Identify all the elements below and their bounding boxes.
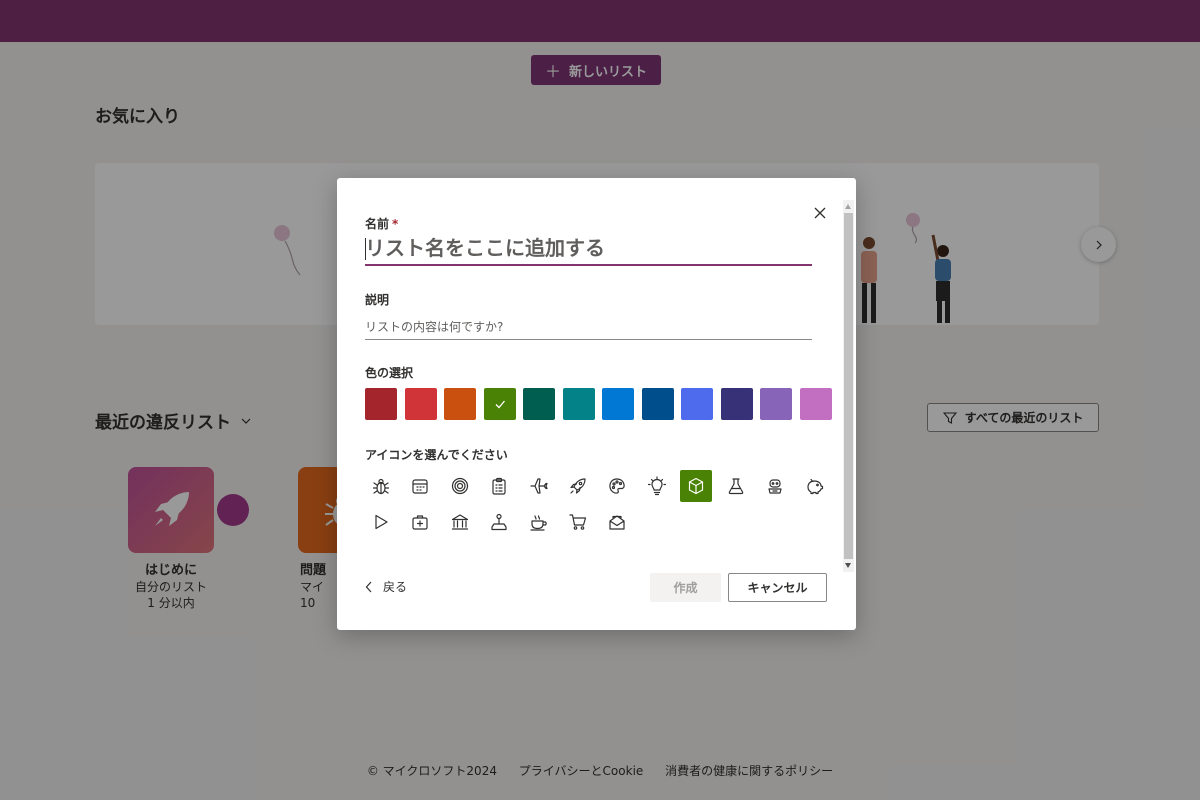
robot-icon <box>768 479 782 494</box>
icon-option-airplane[interactable] <box>523 470 555 502</box>
color-swatch-3[interactable] <box>444 388 476 420</box>
icon-option-flask[interactable] <box>720 470 752 502</box>
icon-label: アイコンを選んでください <box>365 448 508 462</box>
color-swatch-6[interactable] <box>562 388 595 420</box>
color-swatch-12[interactable] <box>799 388 832 420</box>
play-icon <box>375 514 388 530</box>
icon-option-calendar[interactable] <box>404 470 436 502</box>
piggy-bank-icon <box>807 478 824 495</box>
color-swatch-8[interactable] <box>641 388 674 420</box>
description-label: 説明 <box>365 293 390 307</box>
name-label-text: 名前 <box>365 217 390 231</box>
flask-icon <box>728 478 743 495</box>
list-name-input[interactable] <box>365 234 812 266</box>
icon-picker-group <box>365 470 835 538</box>
icon-option-target[interactable] <box>444 470 476 502</box>
rocket-icon <box>570 478 586 494</box>
palette-icon <box>609 478 626 494</box>
color-swatch-10[interactable] <box>720 388 753 420</box>
airplane-icon <box>529 478 548 494</box>
color-swatch-1[interactable] <box>365 388 397 420</box>
icon-option-lightbulb[interactable] <box>641 470 673 502</box>
coffee-icon <box>529 515 547 531</box>
mail-icon <box>609 515 625 530</box>
scrollbar-thumb[interactable] <box>844 213 853 559</box>
icon-option-bank[interactable] <box>444 506 476 538</box>
create-button[interactable]: 作成 <box>650 573 721 602</box>
icon-option-coffee[interactable] <box>523 506 555 538</box>
color-swatch-7[interactable] <box>602 388 634 420</box>
icon-option-clipboard[interactable] <box>483 470 515 502</box>
color-swatch-9[interactable] <box>681 388 713 420</box>
cancel-button[interactable]: キャンセル <box>728 573 827 602</box>
back-button[interactable]: 戻る <box>365 578 407 595</box>
color-swatch-4[interactable] <box>483 388 516 420</box>
color-swatch-5[interactable] <box>523 388 555 420</box>
color-swatch-2[interactable] <box>404 388 437 420</box>
checkmark-icon <box>495 400 505 409</box>
target-icon <box>451 477 468 495</box>
scroll-down-arrow[interactable] <box>845 563 851 568</box>
name-label: 名前 * <box>365 215 398 232</box>
lightbulb-icon <box>647 476 666 496</box>
icon-option-robot[interactable] <box>759 470 791 502</box>
icon-option-bug[interactable] <box>365 470 397 502</box>
icon-option-medical-kit[interactable] <box>404 506 436 538</box>
close-icon <box>814 207 826 219</box>
color-label: 色の選択 <box>365 366 414 380</box>
list-description-input[interactable] <box>365 314 812 340</box>
scroll-up-arrow[interactable] <box>845 204 851 209</box>
icon-option-joystick[interactable] <box>483 506 515 538</box>
icon-option-cart[interactable] <box>562 506 594 538</box>
icon-option-palette[interactable] <box>601 470 633 502</box>
icon-option-play[interactable] <box>365 506 397 538</box>
bug-icon <box>372 478 390 495</box>
close-button[interactable] <box>811 204 829 222</box>
icon-option-mail[interactable] <box>601 506 633 538</box>
icon-option-cube[interactable] <box>680 470 713 502</box>
required-mark: * <box>392 217 399 231</box>
text-caret <box>365 238 366 260</box>
dialog-scrollbar[interactable] <box>843 200 854 572</box>
cart-icon <box>569 514 587 530</box>
color-swatch-group <box>365 388 832 420</box>
back-label: 戻る <box>383 580 408 594</box>
bank-icon <box>451 514 468 530</box>
icon-option-rocket[interactable] <box>562 470 594 502</box>
icon-option-piggy-bank[interactable] <box>798 470 830 502</box>
clipboard-icon <box>492 477 506 495</box>
cube-icon <box>689 477 704 495</box>
chevron-left-icon <box>365 581 372 592</box>
joystick-icon <box>491 513 507 531</box>
medical-kit-icon <box>412 515 428 530</box>
create-list-dialog: 名前* 説明 色の選択 アイコンを選んでください 戻る 作成 キャンセル <box>337 178 856 630</box>
color-swatch-11[interactable] <box>760 388 792 420</box>
calendar-icon <box>412 479 428 494</box>
